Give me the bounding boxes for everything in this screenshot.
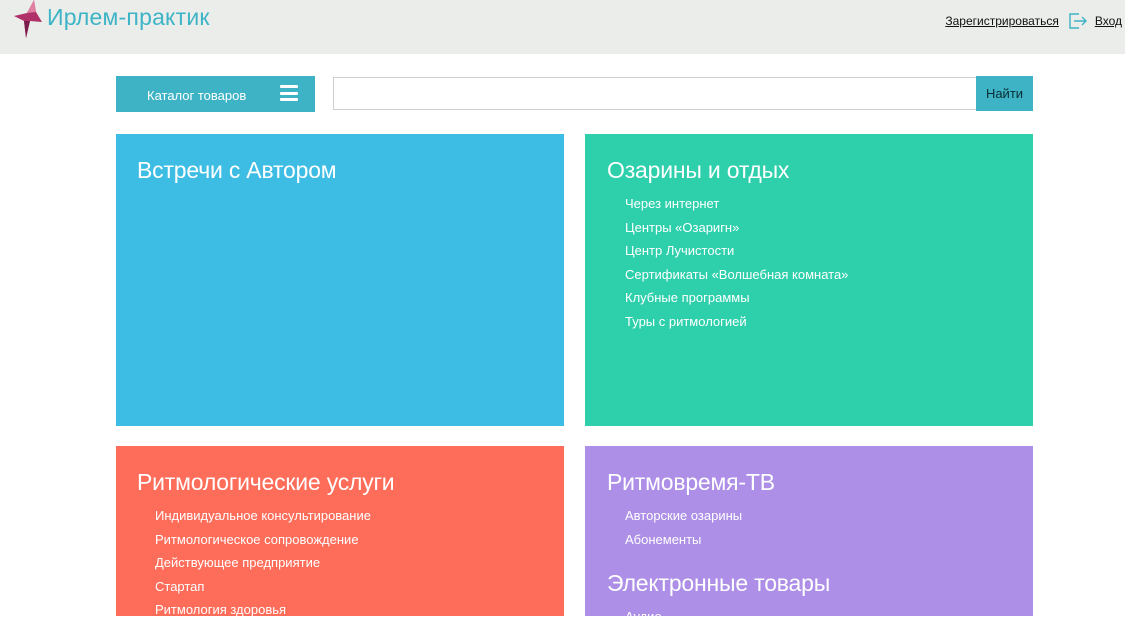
top-bar: Ирлем-практик Зарегистрироваться Вход xyxy=(0,0,1125,54)
tile-link[interactable]: Абонементы xyxy=(625,528,1033,552)
tile-title[interactable]: Встречи с Автором xyxy=(137,158,564,182)
tile-link[interactable]: Центры «Озаригн» xyxy=(625,216,1033,240)
tile-link[interactable]: Стартап xyxy=(155,575,564,599)
tile-link[interactable]: Сертификаты «Волшебная комната» xyxy=(625,263,1033,287)
catalog-button[interactable]: Каталог товаров xyxy=(116,76,315,112)
tile-title[interactable]: Озарины и отдых xyxy=(607,158,1033,182)
tile-link[interactable]: Клубные программы xyxy=(625,286,1033,310)
tile-links: Через интернет Центры «Озаригн» Центр Лу… xyxy=(625,192,1033,334)
tile-title[interactable]: Ритмологические услуги xyxy=(137,470,564,494)
login-link[interactable]: Вход xyxy=(1095,14,1122,28)
tile-link[interactable]: Ритмологическое сопровождение xyxy=(155,528,564,552)
brand-name[interactable]: Ирлем-практик xyxy=(47,4,210,31)
search-input[interactable] xyxy=(333,77,976,110)
tile-links: Авторские озарины Абонементы xyxy=(625,504,1033,551)
login-icon[interactable] xyxy=(1068,13,1088,29)
tile-sub-links: Аудио xyxy=(625,605,1033,629)
auth-links: Зарегистрироваться Вход xyxy=(945,12,1122,30)
tile-title[interactable]: Ритмовремя-ТВ xyxy=(607,470,1033,494)
category-tile-rhythm-tv[interactable]: Ритмовремя-ТВ Авторские озарины Абонемен… xyxy=(585,446,1033,624)
menu-icon xyxy=(280,85,298,101)
search-button[interactable]: Найти xyxy=(976,76,1033,111)
tile-link[interactable]: Ритмология здоровья xyxy=(155,598,564,622)
tile-link[interactable]: Центр Лучистости xyxy=(625,239,1033,263)
category-tile-author-meetings[interactable]: Встречи с Автором xyxy=(116,134,564,426)
catalog-label: Каталог товаров xyxy=(147,88,247,103)
category-tile-rhythmology-services[interactable]: Ритмологические услуги Индивидуальное ко… xyxy=(116,446,564,617)
tile-link[interactable]: Аудио xyxy=(625,605,1033,629)
tile-links: Индивидуальное консультирование Ритмолог… xyxy=(155,504,564,622)
tile-subtitle[interactable]: Электронные товары xyxy=(607,571,1033,595)
tile-link[interactable]: Действующее предприятие xyxy=(155,551,564,575)
tile-link[interactable]: Через интернет xyxy=(625,192,1033,216)
logo-icon[interactable] xyxy=(12,0,42,38)
category-tile-ozariny[interactable]: Озарины и отдых Через интернет Центры «О… xyxy=(585,134,1033,426)
tile-link[interactable]: Авторские озарины xyxy=(625,504,1033,528)
tile-link[interactable]: Туры с ритмологией xyxy=(625,310,1033,334)
tile-link[interactable]: Индивидуальное консультирование xyxy=(155,504,564,528)
register-link[interactable]: Зарегистрироваться xyxy=(945,14,1058,28)
